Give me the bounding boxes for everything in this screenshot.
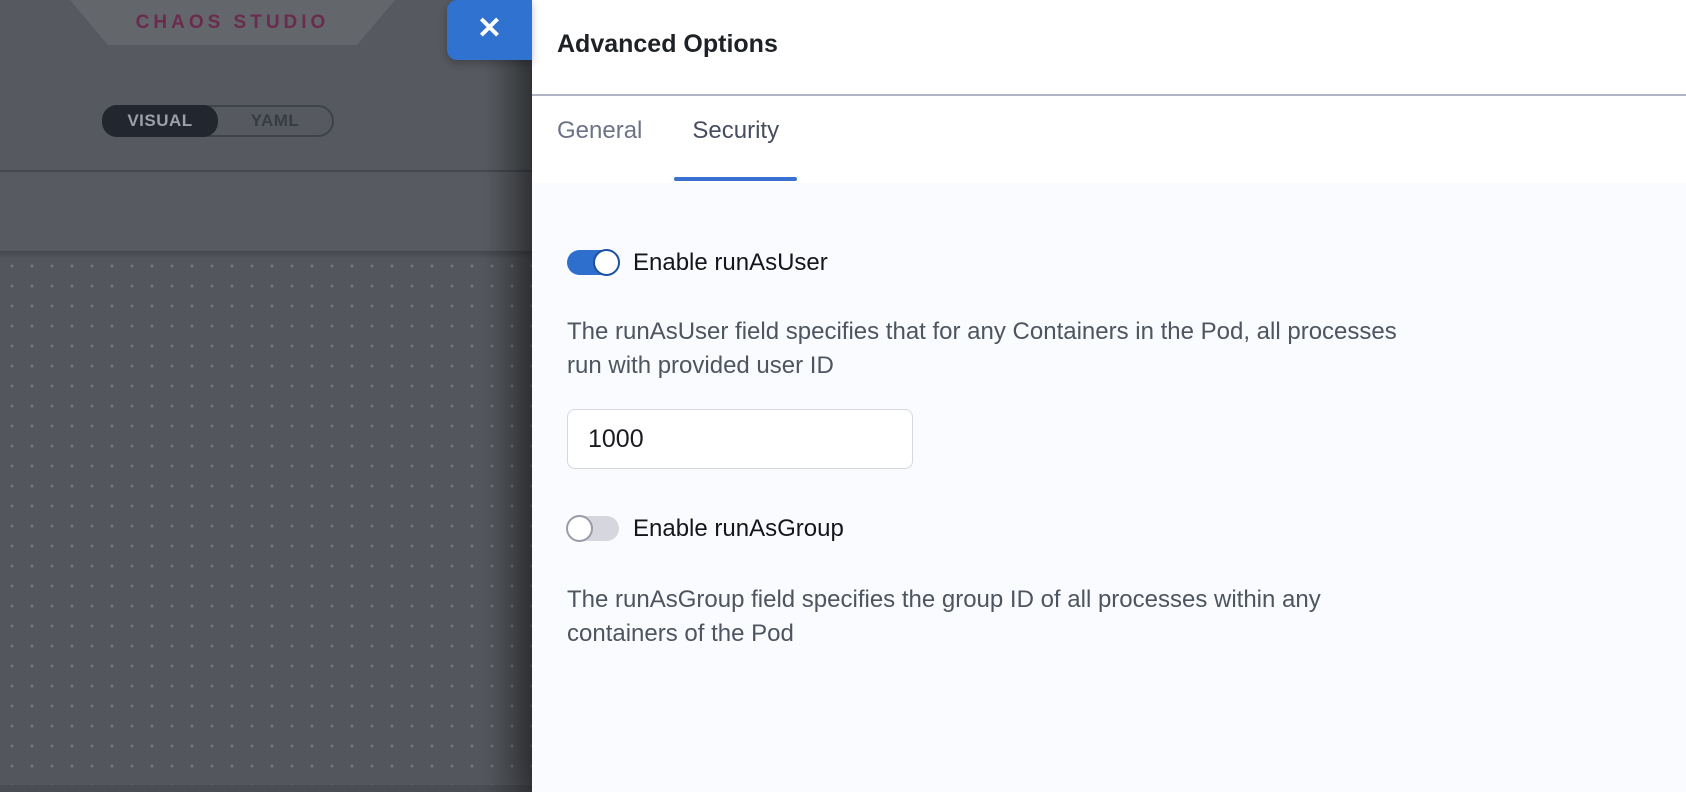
canvas-top-shadow xyxy=(0,251,533,259)
tab-security[interactable]: Security xyxy=(674,96,797,183)
enable-runasuser-toggle[interactable] xyxy=(567,250,619,275)
drawer-tabs: General Security xyxy=(532,96,1686,183)
drawer-edge-shadow xyxy=(483,0,533,792)
chaos-studio-banner-label: CHAOS STUDIO xyxy=(136,12,330,34)
close-icon: ✕ xyxy=(477,14,502,44)
advanced-options-drawer: Advanced Options General Security Enable… xyxy=(532,0,1686,792)
experiment-canvas xyxy=(0,251,533,792)
enable-runasgroup-label: Enable runAsGroup xyxy=(633,515,844,543)
enable-runasuser-label: Enable runAsUser xyxy=(633,249,828,277)
visual-yaml-toggle[interactable]: VISUAL YAML xyxy=(102,105,334,137)
drawer-close-button[interactable]: ✕ xyxy=(447,0,532,60)
enable-runasgroup-toggle[interactable] xyxy=(567,516,619,541)
runasgroup-toggle-row: Enable runAsGroup xyxy=(567,515,1646,542)
chaos-studio-screen: CHAOS STUDIO VISUAL YAML ✕ Advanced Opti… xyxy=(0,0,1686,792)
enable-runasuser-toggle-knob xyxy=(593,249,620,276)
visual-tab-label: VISUAL xyxy=(127,111,192,131)
studio-toolbar xyxy=(0,172,533,251)
runasgroup-description: The runAsGroup field specifies the group… xyxy=(567,583,1577,651)
yaml-tab[interactable]: YAML xyxy=(218,107,332,135)
chaos-studio-banner: CHAOS STUDIO xyxy=(70,0,395,45)
tab-general[interactable]: General xyxy=(539,96,660,183)
visual-tab[interactable]: VISUAL xyxy=(102,105,218,137)
enable-runasgroup-toggle-knob xyxy=(566,515,593,542)
security-tab-content: Enable runAsUser The runAsUser field spe… xyxy=(532,183,1686,792)
canvas-footer-strip xyxy=(0,785,533,792)
runasuser-value-input[interactable] xyxy=(567,409,913,469)
dimmed-background: CHAOS STUDIO VISUAL YAML xyxy=(0,0,533,792)
yaml-tab-label: YAML xyxy=(251,111,300,131)
runasuser-toggle-row: Enable runAsUser xyxy=(567,249,1646,276)
runasuser-description: The runAsUser field specifies that for a… xyxy=(567,315,1577,383)
drawer-title: Advanced Options xyxy=(557,30,1686,58)
drawer-header: Advanced Options xyxy=(532,0,1686,96)
